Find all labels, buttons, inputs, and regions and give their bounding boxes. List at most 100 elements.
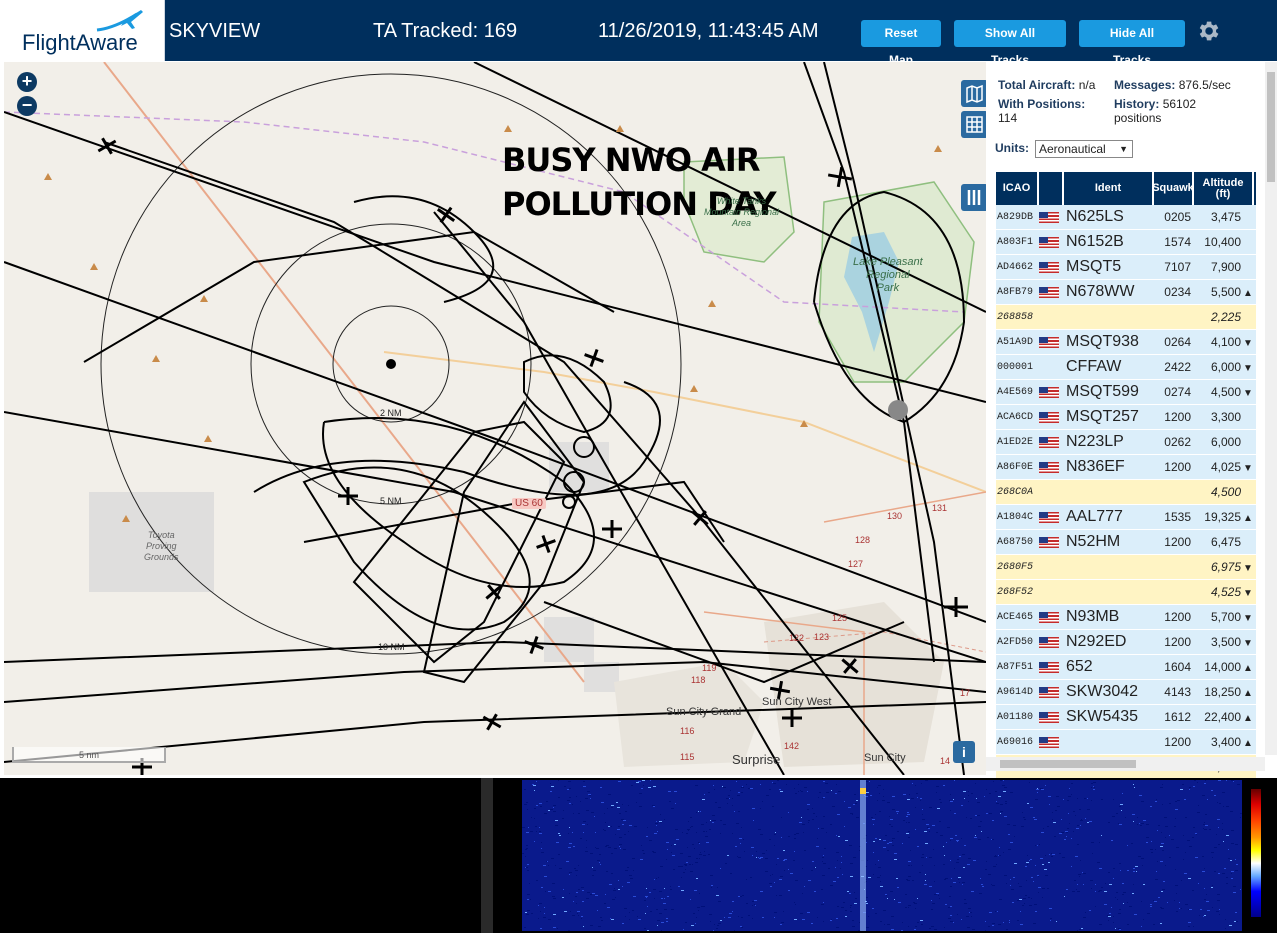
col-flag[interactable] bbox=[1039, 172, 1064, 205]
us-flag-icon bbox=[1039, 386, 1059, 398]
units-select[interactable]: Aeronautical ▼ bbox=[1035, 140, 1133, 158]
show-all-tracks-button[interactable]: Show All Tracks bbox=[954, 20, 1066, 67]
altitude-cell: 4,100 ▼ bbox=[1194, 335, 1254, 349]
table-row[interactable]: A829DB N625LS 0205 3,475 bbox=[996, 205, 1256, 230]
altitude-value: 5,500 bbox=[1210, 285, 1241, 299]
altitude-cell: 5,500 ▲ bbox=[1194, 285, 1254, 299]
reset-map-button[interactable]: Reset Map bbox=[861, 20, 941, 67]
flag-cell bbox=[1039, 436, 1064, 448]
map-canvas[interactable] bbox=[4, 62, 986, 775]
park-label-line-2: Park bbox=[876, 282, 900, 294]
horizontal-scroll-thumb[interactable] bbox=[1000, 760, 1136, 768]
ident-cell: N292ED bbox=[1066, 633, 1127, 650]
table-row[interactable]: A69016 1200 3,400 ▲ bbox=[996, 730, 1256, 755]
altitude-value: 4,525 bbox=[1210, 585, 1241, 599]
us-flag-icon bbox=[1039, 536, 1059, 548]
white-tanks-line-1: White Tanks bbox=[716, 196, 767, 206]
altitude-cell: 7,900 bbox=[1194, 260, 1254, 274]
altitude-value: 22,400 bbox=[1204, 710, 1241, 724]
hide-all-tracks-button[interactable]: Hide All Tracks bbox=[1079, 20, 1185, 67]
panel-divider[interactable] bbox=[481, 778, 493, 933]
history-unit: positions bbox=[1114, 111, 1162, 125]
table-row[interactable]: A2FD50 N292ED 1200 3,500 ▼ bbox=[996, 630, 1256, 655]
table-row[interactable]: 268858 2,225 bbox=[996, 305, 1256, 330]
flag-cell bbox=[1039, 636, 1064, 648]
col-icao[interactable]: ICAO bbox=[996, 172, 1039, 205]
ident-cell: N52HM bbox=[1066, 533, 1121, 550]
table-row[interactable]: A1ED2E N223LP 0262 6,000 bbox=[996, 430, 1256, 455]
table-row[interactable]: 268F52 4,525 ▼ bbox=[996, 580, 1256, 605]
icao-cell: A8FB79 bbox=[997, 286, 1034, 298]
zoom-in-button[interactable]: + bbox=[17, 72, 37, 92]
table-row[interactable]: 000001 CFFAW 2422 6,000 ▼ bbox=[996, 355, 1256, 380]
table-row[interactable]: A803F1 N6152B 1574 10,400 bbox=[996, 230, 1256, 255]
icao-cell: A4E569 bbox=[997, 386, 1034, 398]
messages-value: 876.5/sec bbox=[1178, 78, 1231, 92]
altitude-value: 4,025 bbox=[1210, 460, 1241, 474]
vertical-scrollbar[interactable] bbox=[1265, 62, 1277, 755]
ident-cell: MSQT599 bbox=[1066, 383, 1139, 400]
column-toggle-button[interactable] bbox=[961, 184, 986, 211]
table-row[interactable]: A01180 SKW5435 1612 22,400 ▲ bbox=[996, 705, 1256, 730]
toyota-line-3: Grounds bbox=[144, 552, 179, 562]
altitude-trend-icon: ▼ bbox=[1243, 363, 1253, 374]
squawk-cell: 1574 bbox=[1164, 235, 1191, 249]
map-area[interactable]: BUSY NWO AIR POLLUTION DAY 2 NM 5 NM 10 … bbox=[4, 62, 986, 775]
gear-icon[interactable] bbox=[1195, 18, 1221, 44]
col-squawk[interactable]: Squawk bbox=[1152, 172, 1194, 205]
icao-cell: A803F1 bbox=[997, 236, 1034, 248]
altitude-trend-icon: ▼ bbox=[1243, 563, 1253, 574]
table-row[interactable]: A4E569 MSQT599 0274 4,500 ▼ bbox=[996, 380, 1256, 405]
road-number: 131 bbox=[932, 503, 948, 513]
us-flag-icon bbox=[1039, 236, 1059, 248]
table-row[interactable]: AD4662 MSQT5 7107 7,900 bbox=[996, 255, 1256, 280]
table-row[interactable]: 268C0A 4,500 bbox=[996, 480, 1256, 505]
table-row[interactable]: A8FB79 N678WW 0234 5,500 ▲ bbox=[996, 280, 1256, 305]
altitude-cell: 6,000 ▼ bbox=[1194, 360, 1254, 374]
ident-cell: MSQT5 bbox=[1066, 258, 1122, 275]
table-row[interactable]: A51A9D MSQT938 0264 4,100 ▼ bbox=[996, 330, 1256, 355]
grid-toggle-button[interactable] bbox=[961, 111, 986, 138]
squawk-cell: 1612 bbox=[1164, 710, 1191, 724]
squawk-cell: 1535 bbox=[1164, 510, 1191, 524]
icao-cell: A01180 bbox=[997, 711, 1034, 723]
range-label-5nm: 5 NM bbox=[380, 496, 402, 506]
vertical-scroll-thumb[interactable] bbox=[1267, 72, 1275, 182]
table-row[interactable]: ACA6CD MSQT257 1200 3,300 bbox=[996, 405, 1256, 430]
us-flag-icon bbox=[1039, 511, 1059, 523]
squawk-cell: 4143 bbox=[1164, 685, 1191, 699]
table-row[interactable]: 2680F5 6,975 ▼ bbox=[996, 555, 1256, 580]
zoom-out-button[interactable]: − bbox=[17, 96, 37, 116]
info-button[interactable]: i bbox=[953, 741, 975, 763]
altitude-trend-icon: ▼ bbox=[1243, 463, 1253, 474]
flag-cell bbox=[1039, 736, 1064, 748]
altitude-value: 19,325 bbox=[1204, 510, 1241, 524]
map-layers-button[interactable] bbox=[961, 80, 986, 107]
col-ident[interactable]: Ident bbox=[1064, 172, 1154, 205]
road-number: 128 bbox=[855, 535, 871, 545]
table-row[interactable]: A86F0E N836EF 1200 4,025 ▼ bbox=[996, 455, 1256, 480]
altitude-value: 6,000 bbox=[1210, 360, 1241, 374]
table-row[interactable]: A68750 N52HM 1200 6,475 bbox=[996, 530, 1256, 555]
table-row[interactable]: A9614D SKW3042 4143 18,250 ▲ bbox=[996, 680, 1256, 705]
lake-label-line: Lake Pleasant bbox=[853, 256, 923, 268]
units-value: Aeronautical bbox=[1039, 142, 1106, 156]
range-label-2nm: 2 NM bbox=[380, 408, 402, 418]
surprise-label: Surprise bbox=[732, 752, 781, 767]
col-altitude[interactable]: Altitude (ft) bbox=[1194, 172, 1254, 205]
horizontal-scrollbar[interactable] bbox=[986, 757, 1265, 771]
squawk-cell: 1200 bbox=[1164, 460, 1191, 474]
squawk-cell: 7107 bbox=[1164, 260, 1191, 274]
map-icon bbox=[966, 84, 983, 104]
table-row[interactable]: A87F51 652 1604 14,000 ▲ bbox=[996, 655, 1256, 680]
icao-cell: A829DB bbox=[997, 211, 1034, 223]
icao-cell: A87F51 bbox=[997, 661, 1034, 673]
flightaware-logo[interactable]: FlightAware bbox=[0, 0, 165, 61]
table-row[interactable]: ACE465 N93MB 1200 5,700 ▼ bbox=[996, 605, 1256, 630]
road-number: 119 bbox=[702, 663, 717, 673]
table-row[interactable]: A1804C AAL777 1535 19,325 ▲ bbox=[996, 505, 1256, 530]
altitude-trend-icon: ▲ bbox=[1243, 713, 1253, 724]
ident-cell: 652 bbox=[1066, 658, 1093, 675]
icao-cell: ACA6CD bbox=[997, 411, 1034, 423]
altitude-cell: 6,975 ▼ bbox=[1194, 560, 1254, 574]
